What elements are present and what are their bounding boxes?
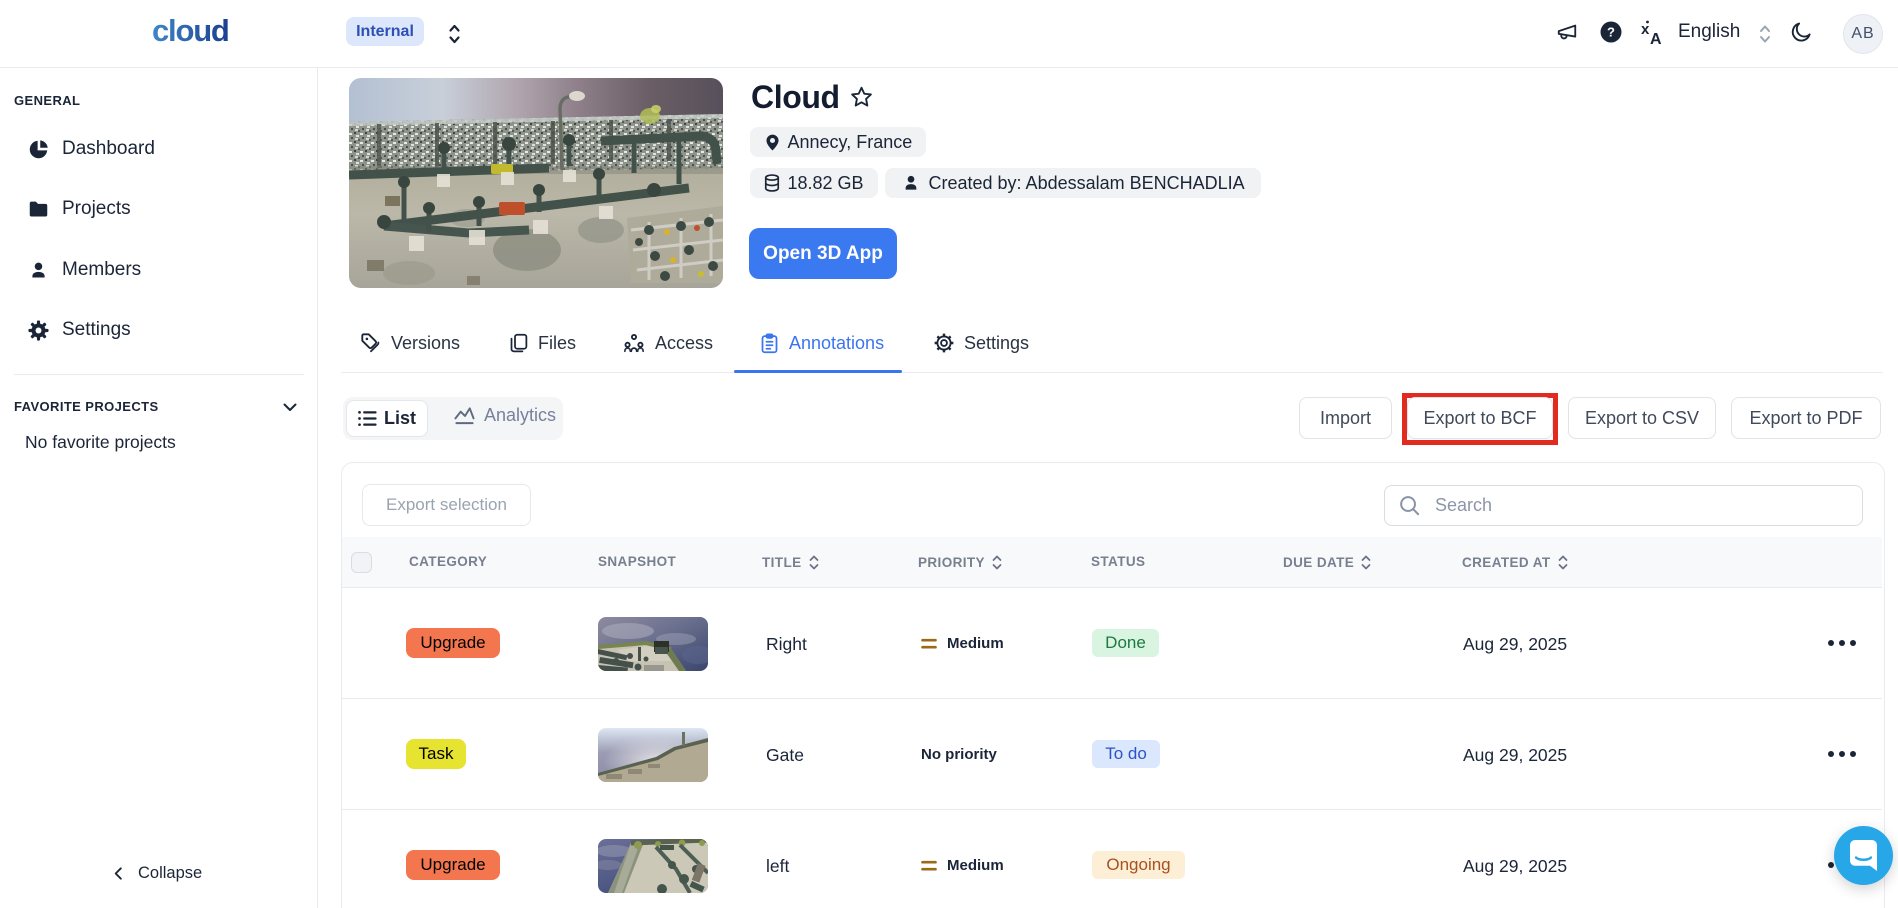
svg-text:A: A <box>1650 31 1662 45</box>
svg-text:x: x <box>1641 21 1650 38</box>
svg-text:?: ? <box>1607 25 1615 40</box>
